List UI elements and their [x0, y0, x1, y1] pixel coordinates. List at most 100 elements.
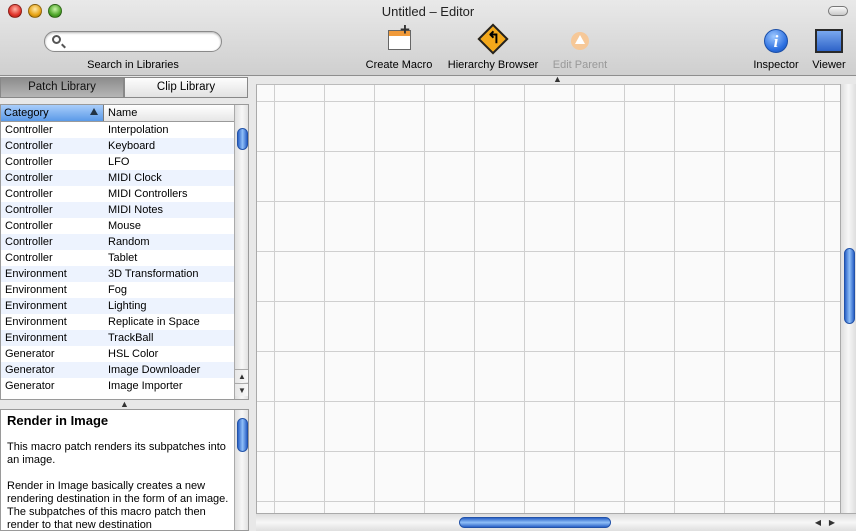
cell-name: Interpolation [108, 124, 169, 136]
description-title: Render in Image [7, 413, 109, 428]
hierarchy-browser-icon: ↰ [477, 23, 509, 56]
column-header-category-label: Category [4, 107, 49, 119]
table-row[interactable]: Controller Random [1, 234, 234, 250]
cell-name: HSL Color [108, 348, 159, 360]
description-scrollbar[interactable] [234, 410, 248, 530]
scroll-left-arrow-icon[interactable]: ◀ [812, 516, 824, 529]
cell-name: Mouse [108, 220, 142, 232]
table-row[interactable]: Generator HSL Color [1, 346, 234, 362]
cell-category: Generator [5, 380, 55, 392]
edit-parent-icon [565, 26, 595, 56]
viewer-button[interactable]: Viewer [808, 26, 850, 71]
description-body: This macro patch renders its subpatches … [7, 441, 229, 531]
inspector-label: Inspector [753, 59, 799, 71]
window-toolbar: Untitled – Editor Search in Libraries + … [0, 0, 856, 76]
cell-category: Generator [5, 348, 55, 360]
create-macro-button[interactable]: + Create Macro [362, 20, 436, 71]
cell-name: LFO [108, 156, 130, 168]
library-search-field[interactable] [44, 31, 222, 52]
table-row[interactable]: Controller LFO [1, 154, 234, 170]
splitter-handle-icon[interactable]: ▲ [120, 399, 129, 409]
cell-category: Controller [5, 204, 53, 216]
cell-name: Random [108, 236, 150, 248]
table-vertical-scrollbar[interactable]: ▲ ▼ [234, 105, 248, 399]
toolbar-toggle-button[interactable] [828, 6, 848, 16]
cell-category: Controller [5, 252, 53, 264]
table-row[interactable]: Environment Fog [1, 282, 234, 298]
column-header-name-label: Name [108, 107, 138, 119]
hierarchy-browser-button[interactable]: ↰ Hierarchy Browser [443, 23, 543, 71]
patch-description-panel: Render in Image This macro patch renders… [0, 409, 249, 531]
cell-name: Image Importer [108, 380, 183, 392]
cell-name: Keyboard [108, 140, 156, 152]
cell-category: Generator [5, 364, 55, 376]
patch-library-table: Category Name Controller Interpolation Co… [0, 104, 249, 400]
column-header-category[interactable]: Category [1, 105, 104, 121]
cell-category: Controller [5, 124, 53, 136]
table-row[interactable]: Controller Tablet [1, 250, 234, 266]
cell-name: Image Downloader [108, 364, 201, 376]
cell-category: Controller [5, 140, 53, 152]
create-macro-icon: + [384, 20, 414, 56]
cell-name: MIDI Clock [108, 172, 162, 184]
inspector-button[interactable]: i Inspector [748, 26, 804, 71]
tab-patch-library[interactable]: Patch Library [0, 77, 124, 98]
cell-name: 3D Transformation [108, 268, 199, 280]
cell-name: Fog [108, 284, 127, 296]
create-macro-label: Create Macro [365, 59, 433, 71]
cell-name: MIDI Controllers [108, 188, 188, 200]
cell-category: Environment [5, 316, 67, 328]
scroll-down-arrow-icon[interactable]: ▼ [235, 383, 248, 396]
editor-vertical-scrollbar[interactable] [840, 84, 856, 513]
viewer-label: Viewer [812, 59, 846, 71]
hierarchy-browser-label: Hierarchy Browser [447, 59, 539, 71]
scroll-up-arrow-icon[interactable]: ▲ [235, 369, 248, 382]
edit-parent-button[interactable]: Edit Parent [549, 26, 611, 71]
window-title: Untitled – Editor [381, 4, 475, 19]
edit-parent-label: Edit Parent [552, 59, 608, 71]
cell-category: Environment [5, 332, 67, 344]
table-row[interactable]: Controller Interpolation [1, 122, 234, 138]
description-scroll-thumb[interactable] [237, 418, 248, 452]
editor-horizontal-scrollbar[interactable]: ◀ ▶ [256, 513, 856, 531]
table-row[interactable]: Environment TrackBall [1, 330, 234, 346]
table-row[interactable]: Environment Replicate in Space [1, 314, 234, 330]
search-label: Search in Libraries [87, 59, 179, 71]
table-rows: Controller Interpolation Controller Keyboa… [1, 122, 234, 394]
search-icon [52, 35, 61, 44]
cell-name: Lighting [108, 300, 147, 312]
cell-category: Environment [5, 284, 67, 296]
table-row[interactable]: Controller MIDI Clock [1, 170, 234, 186]
toolbar-collapse-icon[interactable]: ▲ [553, 74, 562, 84]
table-row[interactable]: Controller Keyboard [1, 138, 234, 154]
editor-horizontal-scroll-thumb[interactable] [459, 517, 611, 528]
column-header-name[interactable]: Name [105, 105, 234, 121]
viewer-icon [814, 26, 844, 56]
library-search-input[interactable] [67, 34, 215, 49]
cell-category: Controller [5, 172, 53, 184]
table-row[interactable]: Environment Lighting [1, 298, 234, 314]
cell-name: Replicate in Space [108, 316, 200, 328]
editor-vertical-scroll-thumb[interactable] [844, 248, 855, 324]
table-row[interactable]: Generator Image Downloader [1, 362, 234, 378]
cell-category: Controller [5, 156, 53, 168]
info-icon: i [761, 26, 791, 56]
cell-category: Environment [5, 300, 67, 312]
table-scroll-thumb[interactable] [237, 128, 248, 150]
cell-name: MIDI Notes [108, 204, 164, 216]
table-header: Category Name [1, 105, 234, 122]
scroll-right-arrow-icon[interactable]: ▶ [826, 516, 838, 529]
library-tabs: Patch Library Clip Library [0, 77, 248, 98]
cell-category: Controller [5, 236, 53, 248]
table-row[interactable]: Environment 3D Transformation [1, 266, 234, 282]
tab-clip-library[interactable]: Clip Library [124, 77, 248, 98]
cell-category: Controller [5, 220, 53, 232]
table-row[interactable]: Controller MIDI Notes [1, 202, 234, 218]
cell-category: Environment [5, 268, 67, 280]
sort-ascending-icon [90, 108, 98, 115]
table-row[interactable]: Controller Mouse [1, 218, 234, 234]
table-row[interactable]: Controller MIDI Controllers [1, 186, 234, 202]
table-row[interactable]: Generator Image Importer [1, 378, 234, 394]
editor-canvas[interactable] [256, 84, 840, 513]
cell-name: Tablet [108, 252, 138, 264]
